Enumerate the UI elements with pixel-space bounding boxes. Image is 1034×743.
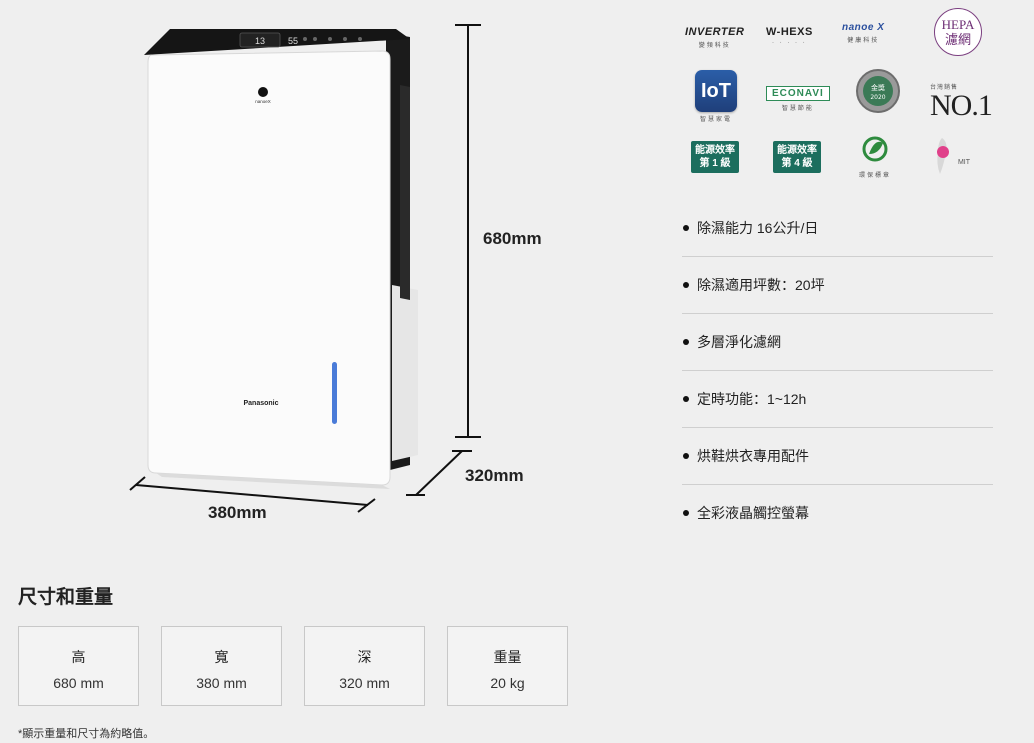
bullet-icon — [683, 396, 689, 402]
nanoe-sub: 健康科技 — [847, 38, 880, 44]
green-sub: 環保標章 — [859, 173, 892, 179]
spec-value: 680 mm — [53, 675, 104, 691]
energy1-line1: 能源效率 — [695, 145, 735, 156]
brand-logo: Panasonic — [243, 400, 278, 407]
spec-label: 高 — [71, 649, 86, 665]
bullet-icon — [683, 225, 689, 231]
spec-card-depth: 深 320 mm — [304, 626, 425, 706]
inverter-sub: 變頻科技 — [698, 43, 731, 49]
display-digits-2: 55 — [288, 36, 298, 46]
nanoe-badge: nanoe X 健康科技 — [842, 22, 884, 44]
spec-label: 寬 — [214, 649, 229, 665]
taiwan-mit-icon: MIT — [937, 138, 971, 174]
feature-list: 除濕能力 16公升/日 除濕適用坪數：20坪 多層淨化濾網 定時功能：1~12h… — [682, 200, 993, 541]
energy-level-1-badge: 能源效率 第 1 級 — [691, 141, 739, 173]
feature-item: 除濕適用坪數：20坪 — [682, 257, 993, 314]
green-leaf-icon — [862, 136, 888, 162]
energy4-line2: 第 4 級 — [781, 158, 813, 169]
feature-text: 烘鞋烘衣專用配件 — [697, 448, 809, 464]
width-dimension-label: 380mm — [208, 503, 267, 522]
award-year: 2020 — [870, 94, 885, 101]
mit-badge: MIT — [932, 134, 982, 178]
green-mark-badge: 環保標章 — [859, 134, 891, 179]
bullet-icon — [683, 453, 689, 459]
energy-level-4-badge: 能源效率 第 4 級 — [773, 141, 821, 173]
econavi-sub: 智慧節能 — [781, 106, 814, 112]
front-panel — [147, 50, 391, 486]
spec-card-height: 高 680 mm — [18, 626, 139, 706]
feature-item: 除濕能力 16公升/日 — [682, 200, 993, 257]
feature-text: 全彩液晶觸控螢幕 — [697, 505, 809, 521]
hepa-line1: HEPA — [941, 17, 975, 32]
bullet-icon — [683, 510, 689, 516]
energy1-line2: 第 1 級 — [699, 158, 731, 169]
spec-card-weight: 重量 20 kg — [447, 626, 568, 706]
energy4-line1: 能源效率 — [777, 145, 817, 156]
feature-item: 多層淨化濾網 — [682, 314, 993, 371]
nanoe-logo-icon — [258, 87, 268, 97]
no1-title: NO.1 — [930, 89, 993, 122]
bullet-icon — [683, 339, 689, 345]
hepa-badge: HEPA 濾網 — [934, 8, 982, 56]
econavi-badge: ECONAVI 智慧節能 — [766, 86, 830, 112]
inverter-badge: INVERTER 變頻科技 — [685, 26, 744, 49]
feature-item: 定時功能：1~12h — [682, 371, 993, 428]
water-level-indicator — [332, 362, 337, 424]
mit-sub: MIT — [958, 159, 971, 166]
spec-value: 320 mm — [339, 675, 390, 691]
nanoe-title: nanoe X — [842, 22, 885, 33]
feature-item: 烘鞋烘衣專用配件 — [682, 428, 993, 485]
spec-value: 20 kg — [490, 675, 525, 691]
award-title: 金獎 — [871, 83, 885, 92]
iot-title: IoT — [695, 70, 737, 112]
iot-sub: 智慧家電 — [699, 117, 732, 123]
feature-item: 全彩液晶觸控螢幕 — [682, 485, 993, 541]
display-digits: 13 — [255, 36, 265, 46]
iot-badge: IoT 智慧家電 — [695, 70, 737, 123]
specs-footnote: *顯示重量和尺寸為約略值。 — [18, 728, 155, 740]
spec-card-width: 寬 380 mm — [161, 626, 282, 706]
feature-text: 除濕能力 16公升/日 — [697, 220, 819, 236]
depth-dimension-label: 320mm — [465, 466, 524, 485]
front-logo-text: nanoeX — [255, 99, 271, 104]
award-medal-icon: 金獎 2020 — [856, 69, 900, 113]
econavi-title: ECONAVI — [766, 86, 830, 101]
feature-text: 除濕適用坪數：20坪 — [697, 277, 825, 293]
whexs-title: W-HEXS — [766, 26, 813, 38]
hepa-line2: 濾網 — [944, 32, 971, 47]
award-badge: 金獎 2020 — [855, 68, 901, 114]
product-illustration: 13 55 nanoeX Panasonic — [129, 24, 481, 513]
spec-label: 重量 — [493, 649, 522, 665]
whexs-badge: W-HEXS · · · · · — [766, 26, 813, 46]
feature-text: 定時功能：1~12h — [697, 391, 807, 407]
no1-badge: 台灣銷售 NO.1 — [930, 80, 993, 122]
bullet-icon — [683, 282, 689, 288]
spec-label: 深 — [357, 649, 372, 665]
height-dimension-label: 680mm — [483, 229, 542, 248]
feature-text: 多層淨化濾網 — [697, 334, 781, 350]
spec-value: 380 mm — [196, 675, 247, 691]
specs-title: 尺寸和重量 — [18, 587, 114, 608]
inverter-title: INVERTER — [685, 26, 745, 38]
